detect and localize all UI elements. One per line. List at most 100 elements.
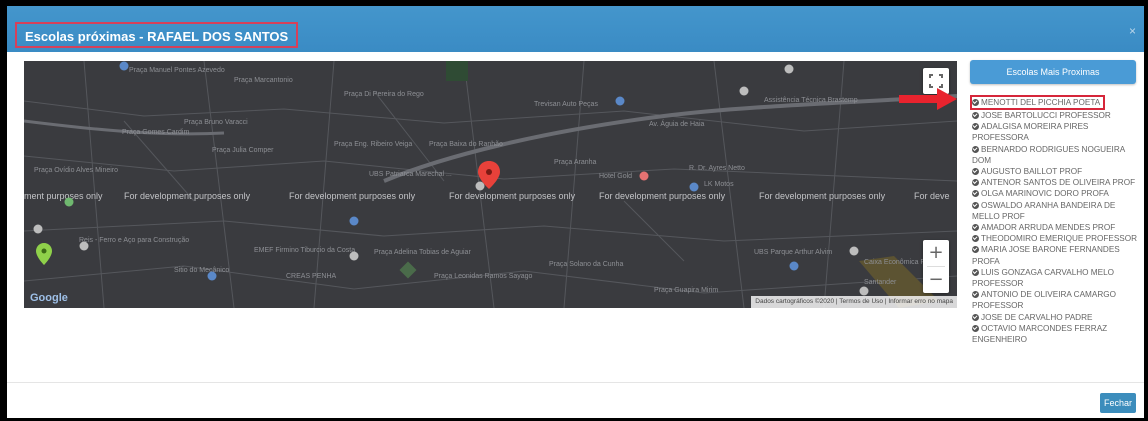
- school-item-label[interactable]: AMADOR ARRUDA MENDES PROF: [972, 222, 1142, 233]
- school-name: ANTENOR SANTOS DE OLIVEIRA PROF: [981, 178, 1136, 188]
- map-label: Praça Gomes Cardim: [122, 129, 190, 136]
- zoom-out-button[interactable]: −: [923, 267, 949, 293]
- school-name: ANTONIO DE OLIVEIRA CAMARGO PROFESSOR: [972, 290, 1116, 311]
- school-item-label[interactable]: LUIS GONZAGA CARVALHO MELO PROFESSOR: [972, 267, 1142, 289]
- check-circle-icon: [972, 179, 979, 187]
- map-label: UBS Patriarca Marechal ...: [369, 171, 452, 178]
- map-attribution[interactable]: Dados cartográficos ©2020 | Termos de Us…: [751, 296, 957, 308]
- school-item[interactable]: MARIA JOSE BARONE FERNANDES PROFA: [972, 244, 1142, 266]
- map-label: Praça Guapira Mirim: [654, 287, 719, 294]
- modal-title: Escolas próximas - RAFAEL DOS SANTOS: [15, 22, 299, 48]
- map-label: Praça Solano da Cunha: [549, 261, 624, 268]
- map-label: Praça Bruno Varacci: [184, 119, 248, 126]
- school-name: AMADOR ARRUDA MENDES PROF: [981, 223, 1116, 233]
- map-label: Praça Adelina Tobias de Aguiar: [374, 249, 471, 256]
- school-item[interactable]: JOSE DE CARVALHO PADRE: [972, 312, 1142, 323]
- nearby-schools-panel: Escolas Mais Proximas MENOTTI DEL PICCHI…: [969, 60, 1142, 345]
- school-name: LUIS GONZAGA CARVALHO MELO PROFESSOR: [972, 267, 1115, 289]
- school-name: THEODOMIRO EMERIQUE PROFESSOR: [981, 234, 1138, 244]
- map-label: Praça Manuel Pontes Azevedo: [129, 67, 225, 74]
- google-logo: Google: [30, 292, 68, 304]
- check-circle-icon: [972, 168, 979, 176]
- map-label: Av. Águia de Haia: [649, 121, 705, 128]
- map-label: Praça Ovídio Alves Mineiro: [34, 167, 119, 174]
- check-circle-icon: [972, 112, 979, 119]
- map-label: Trevisan Auto Peças: [534, 101, 598, 108]
- check-circle-icon: [972, 313, 979, 321]
- school-item-label[interactable]: ANTONIO DE OLIVEIRA CAMARGO PROFESSOR: [972, 289, 1142, 311]
- map-label: Reis - Ferro e Aço para Construção: [79, 237, 190, 244]
- close-icon[interactable]: ×: [1129, 24, 1136, 38]
- check-circle-icon: [972, 99, 979, 106]
- school-item-label[interactable]: ADALGISA MOREIRA PIRES PROFESSORA: [972, 121, 1142, 143]
- school-name: OLGA MARINOVIC DORO PROFA: [981, 189, 1109, 199]
- modal-header: Escolas próximas - RAFAEL DOS SANTOS ×: [7, 6, 1144, 52]
- school-item-label[interactable]: OSWALDO ARANHA BANDEIRA DE MELLO PROF: [972, 200, 1142, 222]
- map-label: Praça Aranha: [554, 159, 597, 166]
- zoom-control: + −: [923, 240, 949, 293]
- map-label: Praça Julia Comper: [212, 147, 274, 154]
- school-item[interactable]: ANTONIO DE OLIVEIRA CAMARGO PROFESSOR: [972, 289, 1142, 311]
- school-item-label[interactable]: JOSE BARTOLUCCI PROFESSOR: [972, 110, 1142, 121]
- dev-watermark: For development purposes only: [124, 191, 251, 201]
- dev-watermark: ment purposes only: [24, 191, 103, 201]
- map-label: R. Dr. Ayres Netto: [689, 165, 745, 172]
- map-label: EMEF Firmino Tiburcio da Costa: [254, 247, 356, 254]
- school-item-label[interactable]: THEODOMIRO EMERIQUE PROFESSOR: [972, 233, 1142, 244]
- map-label: Santander: [864, 279, 897, 286]
- check-circle-icon: [972, 324, 979, 332]
- map-label: Praça Leonidas Ramos Sayago: [434, 273, 533, 280]
- dev-watermark: For development purposes only: [599, 191, 726, 201]
- check-circle-icon: [972, 145, 979, 153]
- nearest-schools-button[interactable]: Escolas Mais Proximas: [970, 60, 1136, 84]
- school-name: OCTAVIO MARCONDES FERRAZ ENGENHEIRO: [972, 323, 1108, 345]
- school-item[interactable]: AMADOR ARRUDA MENDES PROF: [972, 222, 1142, 233]
- school-item[interactable]: ADALGISA MOREIRA PIRES PROFESSORA: [972, 121, 1142, 143]
- map-label: CREAS PENHA: [286, 273, 337, 280]
- check-circle-icon: [972, 246, 979, 254]
- map-label: Praça Di Pereira do Rego: [344, 91, 424, 98]
- school-item[interactable]: OLGA MARINOVIC DORO PROFA: [972, 188, 1142, 199]
- school-item-label[interactable]: MARIA JOSE BARONE FERNANDES PROFA: [972, 244, 1142, 266]
- map-label: LK Motos: [704, 181, 734, 188]
- dev-watermark: For development purposes only: [289, 191, 416, 201]
- school-item[interactable]: BERNARDO RODRIGUES NOGUEIRA DOM: [972, 144, 1142, 166]
- check-circle-icon: [972, 201, 979, 209]
- check-circle-icon: [972, 268, 979, 276]
- map-label: Praça Marcantonio: [234, 77, 293, 84]
- school-item[interactable]: AUGUSTO BAILLOT PROF: [972, 166, 1142, 177]
- school-name: OSWALDO ARANHA BANDEIRA DE MELLO PROF: [972, 200, 1116, 221]
- map-label: Praça Eng. Ribeiro Veiga: [334, 141, 413, 148]
- check-circle-icon: [972, 224, 979, 232]
- school-name: JOSE DE CARVALHO PADRE: [981, 312, 1093, 322]
- school-item[interactable]: THEODOMIRO EMERIQUE PROFESSOR: [972, 233, 1142, 244]
- school-item-highlighted[interactable]: MENOTTI DEL PICCHIA POETA: [969, 94, 1106, 111]
- school-name: JOSE BARTOLUCCI PROFESSOR: [981, 111, 1111, 120]
- map-label: Hotel Gold: [599, 173, 633, 180]
- school-name: ADALGISA MOREIRA PIRES PROFESSORA: [972, 122, 1089, 143]
- pointer-arrow-icon: [899, 88, 957, 110]
- school-name: AUGUSTO BAILLOT PROF: [981, 167, 1083, 177]
- map-view[interactable]: Praça Manuel Pontes Azevedo Praça Marcan…: [24, 61, 957, 308]
- dev-watermark: For deve: [914, 191, 950, 201]
- school-name: MARIA JOSE BARONE FERNANDES PROFA: [972, 245, 1120, 266]
- school-item[interactable]: ANTENOR SANTOS DE OLIVEIRA PROF: [972, 177, 1142, 188]
- school-item-label[interactable]: AUGUSTO BAILLOT PROF: [972, 166, 1142, 177]
- school-item[interactable]: OCTAVIO MARCONDES FERRAZ ENGENHEIRO: [972, 323, 1142, 345]
- school-item[interactable]: OSWALDO ARANHA BANDEIRA DE MELLO PROF: [972, 200, 1142, 222]
- close-button[interactable]: Fechar: [1100, 393, 1136, 413]
- school-item[interactable]: JOSE BARTOLUCCI PROFESSOR: [972, 110, 1142, 121]
- school-item[interactable]: MENOTTI DEL PICCHIA POETA: [969, 92, 1142, 111]
- school-item-label[interactable]: OCTAVIO MARCONDES FERRAZ ENGENHEIRO: [972, 323, 1142, 345]
- map-label: UBS Parque Arthur Alvim: [754, 249, 833, 256]
- dev-watermark: For development purposes only: [759, 191, 886, 201]
- school-item-label[interactable]: BERNARDO RODRIGUES NOGUEIRA DOM: [972, 144, 1142, 166]
- school-item-label[interactable]: JOSE DE CARVALHO PADRE: [972, 312, 1142, 323]
- school-item[interactable]: LUIS GONZAGA CARVALHO MELO PROFESSOR: [972, 267, 1142, 289]
- map-label: Assistência Técnica Brastemp: [764, 97, 858, 104]
- zoom-in-button[interactable]: +: [923, 240, 949, 266]
- school-item-label[interactable]: OLGA MARINOVIC DORO PROFA: [972, 188, 1142, 199]
- modal-footer-divider: [7, 382, 1144, 383]
- school-item-label[interactable]: ANTENOR SANTOS DE OLIVEIRA PROF: [972, 177, 1142, 188]
- school-name: MENOTTI DEL PICCHIA POETA: [981, 98, 1101, 107]
